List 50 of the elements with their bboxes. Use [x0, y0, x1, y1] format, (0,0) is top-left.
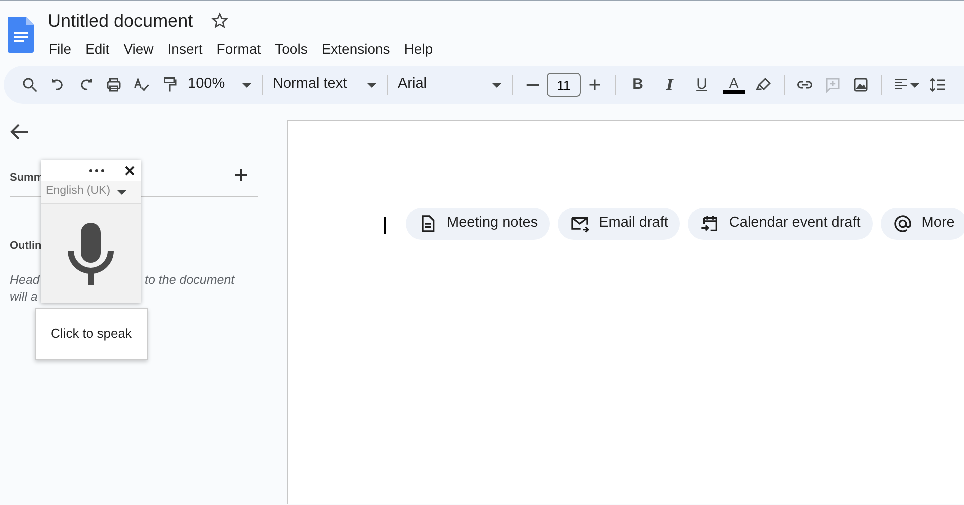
bold-button[interactable]: B	[622, 71, 654, 99]
image-icon	[852, 76, 870, 94]
menu-item[interactable]: File	[42, 38, 79, 60]
outline-hint-text: will a	[10, 289, 38, 306]
font-size-field[interactable]: 11	[547, 73, 581, 97]
menu-item[interactable]: Extensions	[314, 38, 398, 60]
text-color-button[interactable]: A	[718, 71, 750, 99]
style-dropdown[interactable]: Normal text	[269, 71, 381, 99]
menu-item[interactable]: Help	[397, 38, 440, 60]
menu-item[interactable]: Tools	[268, 38, 315, 60]
menu-item[interactable]: Format	[210, 38, 268, 60]
print-icon	[105, 76, 123, 94]
template-chip[interactable]: Email draft	[558, 208, 680, 240]
font-dropdown[interactable]: Arial	[394, 71, 506, 99]
text-cursor	[384, 217, 386, 234]
menu-item[interactable]: View	[116, 38, 161, 60]
close-icon[interactable]	[125, 166, 135, 176]
document-page[interactable]: Meeting notes Email draft Calendar event draft More	[287, 120, 964, 504]
outline-hint-text: Head	[10, 272, 40, 289]
caret-icon	[910, 82, 920, 88]
microphone-icon	[68, 222, 114, 284]
caret-icon	[492, 82, 502, 88]
tooltip: Click to speak	[35, 308, 148, 360]
more-icon[interactable]	[89, 168, 105, 172]
add-icon[interactable]	[234, 168, 248, 182]
microphone-button[interactable]	[41, 203, 141, 303]
caret-icon	[242, 82, 252, 88]
caret-icon	[367, 82, 377, 88]
outline-heading: Outlin	[10, 239, 42, 254]
at-sign-icon	[892, 214, 913, 234]
calendar-icon	[700, 214, 720, 234]
outline-hint-text: to the document	[145, 272, 235, 289]
menu-item[interactable]: Edit	[78, 38, 117, 60]
italic-button[interactable]: I	[654, 71, 686, 99]
template-chip[interactable]: Meeting notes	[406, 208, 550, 240]
star-icon[interactable]	[211, 12, 230, 30]
zoom-dropdown[interactable]: 100%	[184, 71, 256, 99]
back-arrow-icon[interactable]	[10, 122, 30, 142]
template-chip[interactable]: More	[880, 208, 964, 240]
comment-icon	[824, 76, 842, 94]
line-spacing-icon	[929, 76, 947, 94]
docs-logo-icon[interactable]	[8, 17, 34, 53]
underline-button[interactable]: U	[686, 71, 718, 99]
caret-icon	[116, 190, 127, 194]
search-icon	[21, 76, 39, 94]
document-title[interactable]: Untitled document	[48, 9, 194, 33]
menu-item[interactable]: Insert	[160, 38, 210, 60]
template-chip[interactable]: Calendar event draft	[688, 208, 873, 240]
paint-format-icon	[161, 76, 179, 94]
spellcheck-icon	[133, 76, 151, 94]
